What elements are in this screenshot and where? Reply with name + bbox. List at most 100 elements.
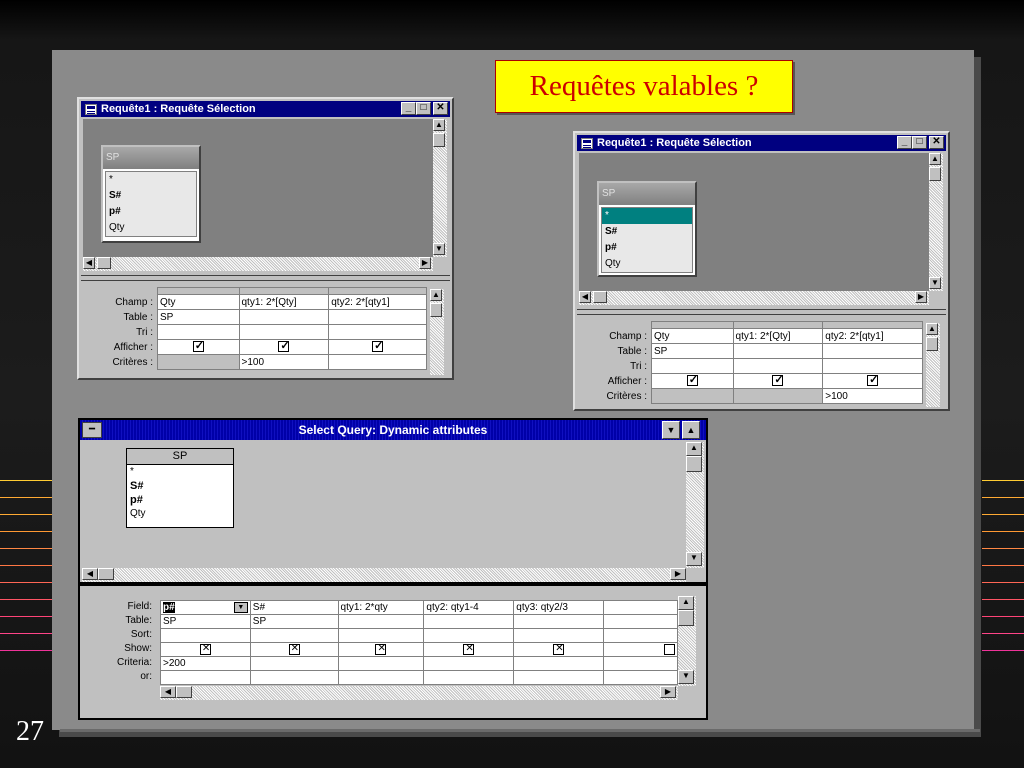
table-cell[interactable]: SP [249,614,339,629]
table-cell[interactable] [238,309,330,325]
scroll-thumb[interactable] [593,291,607,303]
table-cell[interactable]: SP [160,614,251,629]
scroll-thumb[interactable] [98,568,114,580]
grid-vertical-scrollbar[interactable]: ▲ [926,323,940,407]
system-menu-button[interactable]: ━ [82,422,102,438]
column-selector[interactable] [651,321,734,329]
field-item[interactable]: S# [106,188,196,204]
pane-splitter[interactable] [81,275,450,281]
field-cell[interactable]: S# [249,600,339,615]
minimize-button[interactable]: _ [897,136,912,149]
field-cell[interactable]: qty2: 2*[qty1] [822,328,923,344]
show-checkbox[interactable] [686,375,698,387]
sort-cell[interactable] [337,628,425,643]
sort-cell[interactable] [157,324,240,340]
or-cell[interactable] [160,670,251,685]
scroll-up-arrow-icon[interactable]: ▲ [433,119,445,131]
scroll-thumb[interactable] [430,303,442,317]
criteria-cell[interactable]: >200 [160,656,251,671]
field-item[interactable]: * [127,465,233,479]
table-cell[interactable] [822,343,923,359]
table-cell[interactable] [337,614,425,629]
field-cell[interactable]: Qty [651,328,734,344]
sort-cell[interactable] [238,324,330,340]
scroll-down-arrow-icon[interactable]: ▼ [686,552,702,566]
field-item[interactable]: p# [602,240,692,256]
show-checkbox[interactable] [372,341,383,353]
scroll-thumb[interactable] [176,686,192,698]
scroll-left-arrow-icon[interactable]: ◀ [82,568,98,580]
scroll-thumb[interactable] [433,133,445,147]
or-cell[interactable] [423,670,515,685]
show-checkbox[interactable] [553,644,565,655]
show-checkbox[interactable] [199,644,211,655]
close-button[interactable]: ✕ [433,102,448,115]
sort-cell[interactable] [328,324,427,340]
scroll-up-arrow-icon[interactable]: ▲ [678,596,694,610]
dropdown-arrow-icon[interactable]: ▼ [233,602,248,613]
column-selector[interactable] [157,287,240,295]
upper-horizontal-scrollbar[interactable]: ◀ ▶ [579,291,929,305]
scroll-down-arrow-icon[interactable]: ▼ [433,243,445,255]
criteria-cell[interactable] [249,656,339,671]
scroll-up-arrow-icon[interactable]: ▲ [686,442,702,456]
pane-splitter[interactable] [577,309,946,315]
table-cell[interactable] [513,614,605,629]
table-cell[interactable] [328,309,427,325]
sort-cell[interactable] [513,628,605,643]
scroll-down-arrow-icon[interactable]: ▼ [929,277,941,289]
field-item[interactable]: p# [127,493,233,507]
scroll-up-arrow-icon[interactable]: ▲ [929,153,941,165]
column-selector[interactable] [328,287,427,295]
criteria-cell[interactable] [732,388,824,404]
sort-cell[interactable] [160,628,251,643]
field-item[interactable]: Qty [106,220,196,236]
field-list-sp[interactable]: SP * S# p# Qty [597,181,697,277]
scroll-thumb[interactable] [926,337,938,351]
show-checkbox[interactable] [463,644,475,655]
scroll-left-arrow-icon[interactable]: ◀ [83,257,95,269]
criteria-cell[interactable] [328,354,427,370]
field-item[interactable]: * [602,208,692,224]
scroll-thumb[interactable] [929,167,941,181]
field-cell[interactable]: qty3: qty2/3 [513,600,605,615]
show-checkbox[interactable] [288,644,300,655]
show-checkbox[interactable] [772,375,784,387]
sort-cell[interactable] [651,358,734,374]
scroll-right-arrow-icon[interactable]: ▶ [419,257,431,269]
upper-vertical-scrollbar[interactable]: ▲ ▼ [929,153,943,291]
table-cell[interactable]: SP [651,343,734,359]
criteria-cell[interactable] [603,656,678,671]
field-item[interactable]: S# [602,224,692,240]
field-item[interactable]: p# [106,204,196,220]
show-checkbox[interactable] [192,341,204,353]
criteria-cell[interactable] [337,656,425,671]
criteria-cell[interactable]: >100 [238,354,330,370]
minimize-button[interactable]: _ [401,102,416,115]
field-cell[interactable]: Qty [157,294,240,310]
scroll-thumb[interactable] [97,257,111,269]
column-selector[interactable] [238,287,330,295]
upper-vertical-scrollbar[interactable]: ▲ ▼ [433,119,447,257]
field-cell[interactable]: qty1: 2*qty [337,600,425,615]
sort-cell[interactable] [249,628,339,643]
scroll-thumb[interactable] [686,456,702,472]
grid-horizontal-scrollbar[interactable]: ◀ ▶ [160,686,678,700]
scroll-left-arrow-icon[interactable]: ◀ [579,291,591,303]
maximize-button[interactable]: □ [912,136,927,149]
field-cell[interactable]: p# ▼ [160,600,251,615]
window-titlebar[interactable]: Requête1 : Requête Sélection _ □ ✕ [577,135,946,151]
field-list-sp[interactable]: SP * S# p# Qty [126,448,234,528]
grid-vertical-scrollbar[interactable]: ▲ ▼ [678,596,696,686]
or-cell[interactable] [603,670,678,685]
criteria-cell[interactable]: >100 [822,388,923,404]
table-cell[interactable] [732,343,824,359]
or-cell[interactable] [249,670,339,685]
or-cell[interactable] [513,670,605,685]
field-cell[interactable]: qty2: 2*[qty1] [328,294,427,310]
pane-splitter[interactable] [80,582,706,586]
scroll-down-arrow-icon[interactable]: ▼ [678,670,694,684]
criteria-cell[interactable] [157,354,240,370]
field-cell[interactable] [603,600,678,615]
maximize-button[interactable]: □ [416,102,431,115]
